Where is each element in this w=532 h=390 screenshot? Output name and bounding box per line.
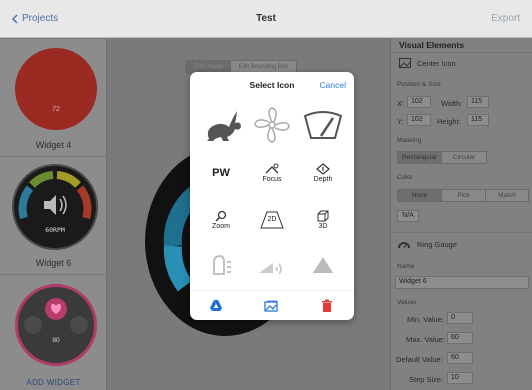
- default-value-label: Default Value:: [396, 355, 443, 364]
- widget-thumbnail[interactable]: 80: [15, 284, 97, 366]
- masking-segmented[interactable]: Rectangular Circular: [397, 151, 487, 164]
- focus-icon: [265, 163, 279, 174]
- y-field[interactable]: 102: [407, 114, 431, 126]
- default-value-field[interactable]: 60: [447, 352, 473, 364]
- gauge-icon: [398, 242, 410, 249]
- icon-option-3d[interactable]: 3D: [298, 199, 348, 241]
- 3d-label: 3D: [318, 223, 328, 230]
- icon-option-lights[interactable]: [196, 244, 246, 286]
- zoom-icon: [215, 210, 227, 222]
- panel-title: Visual Elements: [399, 40, 465, 50]
- color-label: Color: [397, 174, 413, 181]
- 2d-icon: 2D: [259, 210, 285, 230]
- width-field[interactable]: 115: [467, 96, 489, 108]
- y-label: Y:: [397, 117, 404, 126]
- x-field[interactable]: 102: [407, 96, 431, 108]
- photo-library-icon[interactable]: [264, 299, 278, 313]
- cancel-button[interactable]: Cancel: [320, 80, 346, 90]
- color-segmented[interactable]: None Pick Match: [397, 189, 529, 202]
- color-match[interactable]: Match: [486, 190, 528, 201]
- widget-value: 60RPM: [45, 226, 65, 234]
- masking-label: Masking: [397, 137, 422, 144]
- trash-icon[interactable]: [320, 299, 334, 313]
- icon-option-depth[interactable]: Depth: [298, 152, 348, 194]
- divider: [0, 156, 106, 157]
- widget-sidebar[interactable]: 72 Widget 4 60RPM Widget 6 80 ADD WIDGET: [0, 38, 107, 390]
- 2d-label: 2D: [267, 216, 277, 223]
- min-value-label: Min. Value:: [407, 315, 444, 324]
- fan-icon: [254, 107, 290, 143]
- chevron-left-icon: [12, 14, 18, 23]
- export-button[interactable]: Export: [491, 13, 520, 24]
- page-title: Test: [256, 13, 276, 24]
- modal-footer: [190, 290, 354, 320]
- widget-thumbnail[interactable]: 72: [15, 48, 97, 130]
- heart-icon: [24, 298, 88, 334]
- color-value-field[interactable]: N/A: [397, 210, 419, 222]
- rabbit-icon: [207, 111, 241, 141]
- widget-thumbnail[interactable]: 60RPM: [12, 164, 98, 250]
- divider: [391, 52, 532, 53]
- top-bar: Projects Test Export: [0, 0, 532, 38]
- depth-label: Depth: [313, 176, 333, 183]
- zoom-label: Zoom: [212, 223, 230, 230]
- lights-icon: [213, 255, 231, 275]
- focus-label: Focus: [262, 176, 282, 183]
- values-label: Values: [397, 299, 417, 306]
- triangle-icon: [313, 257, 333, 273]
- icon-option-2d[interactable]: 2D: [247, 199, 297, 241]
- ring-gauge-graphic: [18, 171, 92, 220]
- ring-gauge-label: Ring Gauge: [417, 240, 458, 249]
- pw-icon: PW: [212, 167, 230, 179]
- icon-option-signal[interactable]: [247, 244, 297, 286]
- divider: [0, 38, 106, 39]
- icon-option-rabbit[interactable]: [196, 104, 246, 146]
- google-drive-icon[interactable]: [209, 299, 223, 313]
- properties-panel: Visual Elements Center Icon Position & S…: [390, 38, 532, 390]
- step-size-label: Step Size:: [409, 375, 444, 384]
- widget-value: 72: [52, 106, 60, 113]
- center-icon-label[interactable]: Center Icon: [417, 59, 456, 68]
- icon-option-focus[interactable]: Focus: [247, 152, 297, 194]
- name-field[interactable]: Widget 6: [395, 276, 529, 289]
- widget-value: 80: [52, 337, 60, 344]
- back-label: Projects: [22, 13, 59, 24]
- step-size-field[interactable]: 10: [447, 372, 473, 384]
- divider: [0, 274, 106, 275]
- divider: [391, 232, 532, 233]
- masking-circular[interactable]: Circular: [442, 152, 486, 163]
- icon-grid: PW Focus Depth Zoom 2D 3D: [196, 104, 348, 286]
- signal-icon: [259, 263, 282, 275]
- icon-option-zoom[interactable]: Zoom: [196, 199, 246, 241]
- add-widget-button[interactable]: ADD WIDGET: [0, 378, 106, 387]
- depth-icon: [316, 163, 330, 175]
- select-icon-modal: Select Icon Cancel PW Focus Depth Zoom 2…: [190, 72, 354, 320]
- wiper-icon: [303, 111, 343, 139]
- masking-rectangular[interactable]: Rectangular: [398, 152, 442, 163]
- modal-header: Select Icon Cancel: [190, 72, 354, 98]
- max-value-field[interactable]: 60: [447, 332, 473, 344]
- height-label: Height:: [437, 117, 461, 126]
- widget-label: Widget 4: [35, 140, 72, 150]
- x-label: X:: [397, 99, 405, 108]
- icon-option-triangle[interactable]: [298, 244, 348, 286]
- color-pick[interactable]: Pick: [442, 190, 486, 201]
- min-value-field[interactable]: 0: [447, 312, 473, 324]
- position-size-label: Position & Size: [397, 81, 441, 88]
- max-value-label: Max. Value:: [406, 335, 446, 344]
- width-label: Width:: [441, 99, 463, 108]
- icon-option-wiper[interactable]: [298, 104, 348, 146]
- back-button[interactable]: Projects: [12, 13, 58, 24]
- name-label: Name: [397, 263, 415, 270]
- icon-option-pw[interactable]: PW: [196, 152, 246, 194]
- 3d-icon: [317, 210, 329, 222]
- icon-option-fan[interactable]: [247, 104, 297, 146]
- image-icon: [399, 58, 411, 68]
- height-field[interactable]: 115: [467, 114, 489, 126]
- widget-label: Widget 6: [35, 258, 72, 268]
- color-none[interactable]: None: [398, 190, 442, 201]
